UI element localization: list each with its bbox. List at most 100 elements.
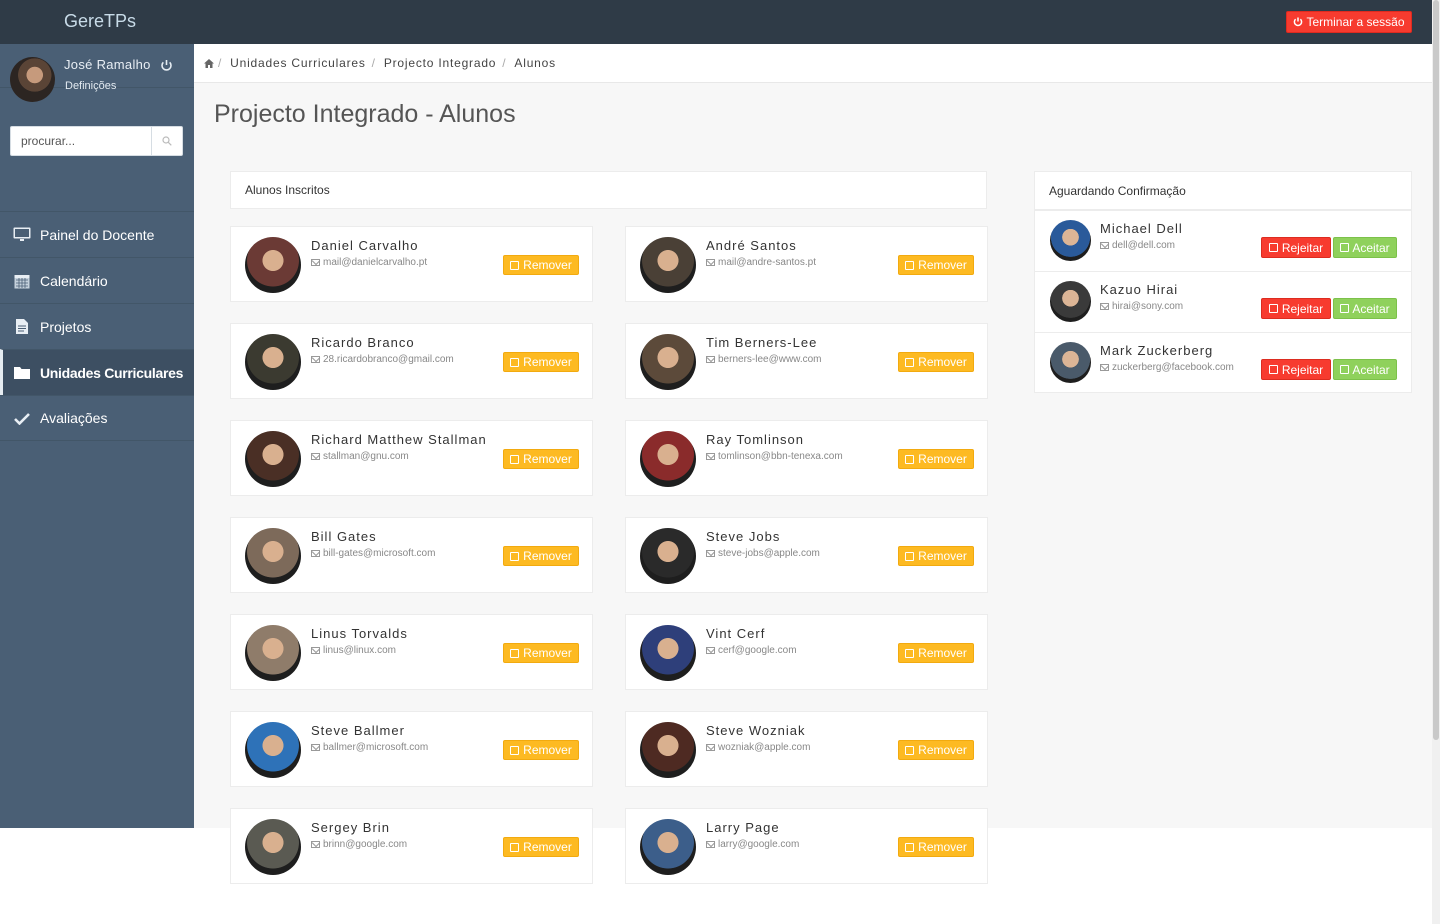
signin-icon bbox=[1340, 243, 1350, 252]
sidebar-item-projetos[interactable]: Projetos bbox=[0, 303, 194, 349]
remove-label: Remover bbox=[918, 452, 967, 466]
home-icon[interactable] bbox=[204, 58, 214, 68]
remove-button[interactable]: Remover bbox=[898, 643, 974, 663]
remove-button[interactable]: Remover bbox=[503, 643, 579, 663]
student-email-text: larry@google.com bbox=[718, 839, 800, 850]
remove-button[interactable]: Remover bbox=[503, 352, 579, 372]
folder-icon bbox=[13, 364, 31, 382]
pending-panel-header: Aguardando Confirmação bbox=[1034, 171, 1412, 210]
signout-icon bbox=[510, 648, 520, 658]
page-title: Projecto Integrado - Alunos bbox=[214, 100, 516, 128]
signout-icon bbox=[510, 551, 520, 561]
reject-button[interactable]: Rejeitar bbox=[1261, 237, 1331, 258]
student-avatar bbox=[245, 722, 301, 778]
pending-name: Michael Dell bbox=[1100, 221, 1183, 236]
reject-button[interactable]: Rejeitar bbox=[1261, 359, 1331, 380]
student-email: brinn@google.com bbox=[311, 839, 407, 850]
signout-icon bbox=[510, 260, 520, 270]
sidebar-item-label: Avaliações bbox=[40, 410, 108, 426]
student-name: Daniel Carvalho bbox=[311, 238, 419, 253]
remove-label: Remover bbox=[918, 743, 967, 757]
remove-label: Remover bbox=[918, 355, 967, 369]
top-navbar: GereTPs Terminar a sessão bbox=[0, 0, 1432, 44]
remove-button[interactable]: Remover bbox=[503, 837, 579, 857]
settings-link[interactable]: Definições bbox=[65, 80, 116, 92]
remove-button[interactable]: Remover bbox=[898, 255, 974, 275]
remove-button[interactable]: Remover bbox=[503, 740, 579, 760]
sidebar-item-calendario[interactable]: Calendário bbox=[0, 257, 194, 303]
student-avatar bbox=[245, 625, 301, 681]
signout-icon bbox=[905, 648, 915, 658]
sidebar-item-unidades[interactable]: Unidades Curriculares bbox=[0, 349, 194, 395]
student-name: Ray Tomlinson bbox=[706, 432, 805, 447]
user-name[interactable]: José Ramalho bbox=[64, 57, 151, 72]
remove-button[interactable]: Remover bbox=[503, 546, 579, 566]
pending-avatar bbox=[1050, 342, 1091, 383]
signout-icon bbox=[905, 745, 915, 755]
envelope-icon bbox=[706, 356, 715, 363]
pending-email-text: dell@dell.com bbox=[1112, 240, 1175, 251]
remove-button[interactable]: Remover bbox=[503, 255, 579, 275]
logout-button[interactable]: Terminar a sessão bbox=[1286, 11, 1412, 33]
student-email-text: linus@linux.com bbox=[323, 645, 396, 656]
signin-icon bbox=[1340, 365, 1350, 374]
remove-label: Remover bbox=[918, 258, 967, 272]
student-email: stallman@gnu.com bbox=[311, 451, 409, 462]
remove-button[interactable]: Remover bbox=[898, 449, 974, 469]
reject-label: Rejeitar bbox=[1281, 240, 1324, 255]
sidebar-item-avaliacoes[interactable]: Avaliações bbox=[0, 395, 194, 441]
student-email-text: ballmer@microsoft.com bbox=[323, 742, 429, 753]
student-email-text: steve-jobs@apple.com bbox=[718, 548, 820, 559]
breadcrumb-item[interactable]: Projecto Integrado bbox=[384, 56, 496, 70]
student-email: tomlinson@bbn-tenexa.com bbox=[706, 451, 843, 462]
search-input[interactable] bbox=[10, 126, 151, 156]
pending-avatar bbox=[1050, 220, 1091, 261]
student-email: cerf@google.com bbox=[706, 645, 797, 656]
breadcrumb-item[interactable]: Unidades Curriculares bbox=[230, 56, 366, 70]
sidebar-item-painel[interactable]: Painel do Docente bbox=[0, 211, 194, 257]
student-card: Steve Jobs steve-jobs@apple.com Remover bbox=[625, 517, 988, 593]
student-name: André Santos bbox=[706, 238, 797, 253]
remove-button[interactable]: Remover bbox=[898, 546, 974, 566]
app-brand[interactable]: GereTPs bbox=[64, 11, 136, 32]
student-email-text: tomlinson@bbn-tenexa.com bbox=[718, 451, 843, 462]
remove-button[interactable]: Remover bbox=[898, 837, 974, 857]
power-icon[interactable] bbox=[160, 59, 173, 72]
signin-icon bbox=[1340, 304, 1350, 313]
user-avatar[interactable] bbox=[10, 57, 55, 102]
remove-button[interactable]: Remover bbox=[503, 449, 579, 469]
calendar-icon bbox=[13, 272, 31, 290]
signout-icon bbox=[510, 842, 520, 852]
enrolled-panel-header: Alunos Inscritos bbox=[230, 171, 987, 209]
search-button[interactable] bbox=[151, 126, 183, 156]
envelope-icon bbox=[1100, 242, 1109, 249]
remove-button[interactable]: Remover bbox=[898, 352, 974, 372]
student-email: mail@danielcarvalho.pt bbox=[311, 257, 427, 268]
accept-button[interactable]: Aceitar bbox=[1333, 359, 1397, 380]
pending-panel-title: Aguardando Confirmação bbox=[1049, 183, 1186, 198]
student-email: steve-jobs@apple.com bbox=[706, 548, 820, 559]
student-card: Sergey Brin brinn@google.com Remover bbox=[230, 808, 593, 884]
student-card: Richard Matthew Stallman stallman@gnu.com… bbox=[230, 420, 593, 496]
search-icon bbox=[162, 136, 172, 146]
remove-button[interactable]: Remover bbox=[898, 740, 974, 760]
envelope-icon bbox=[1100, 303, 1109, 310]
student-avatar bbox=[245, 528, 301, 584]
student-card: Larry Page larry@google.com Remover bbox=[625, 808, 988, 884]
sidebar-menu: Painel do Docente Calendário Projetos Un… bbox=[0, 211, 194, 441]
student-email-text: mail@danielcarvalho.pt bbox=[323, 257, 428, 268]
pending-row: Kazuo Hirai hirai@sony.com Rejeitar Aceitar bbox=[1034, 271, 1412, 332]
scrollbar-thumb[interactable] bbox=[1433, 0, 1439, 740]
pending-name: Mark Zuckerberg bbox=[1100, 343, 1214, 358]
remove-label: Remover bbox=[918, 646, 967, 660]
remove-label: Remover bbox=[523, 258, 572, 272]
reject-button[interactable]: Rejeitar bbox=[1261, 298, 1331, 319]
reject-label: Rejeitar bbox=[1281, 301, 1324, 316]
student-card: Bill Gates bill-gates@microsoft.com Remove… bbox=[230, 517, 593, 593]
student-email-text: cerf@google.com bbox=[718, 645, 797, 656]
signout-icon bbox=[905, 260, 915, 270]
student-name: Vint Cerf bbox=[706, 626, 766, 641]
accept-button[interactable]: Aceitar bbox=[1333, 298, 1397, 319]
signout-icon bbox=[510, 357, 520, 367]
accept-button[interactable]: Aceitar bbox=[1333, 237, 1397, 258]
